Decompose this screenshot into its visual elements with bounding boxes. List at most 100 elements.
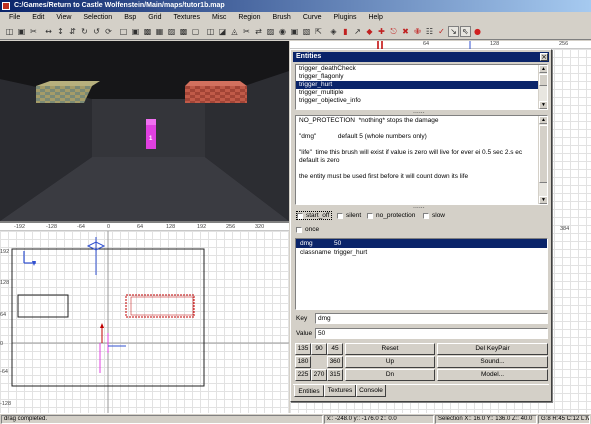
weld-icon[interactable]: ✖ xyxy=(400,26,411,37)
list-item[interactable]: trigger_multiple xyxy=(296,89,547,97)
menu-view[interactable]: View xyxy=(50,12,77,24)
view-xz-icon[interactable]: ◪ xyxy=(217,26,228,37)
tab-entities[interactable]: Entities xyxy=(294,385,324,397)
spawnflag-slow[interactable]: slow xyxy=(423,211,445,220)
rotate-y-icon[interactable]: ↺ xyxy=(91,26,102,37)
sound-button[interactable]: Sound... xyxy=(437,356,548,368)
drag-vertices-icon[interactable]: ◆ xyxy=(364,26,375,37)
reset-button[interactable]: Reset xyxy=(345,343,435,355)
cut-icon[interactable]: ✂ xyxy=(28,26,39,37)
del-keypair-button[interactable]: Del KeyPair xyxy=(437,343,548,355)
cubic-clip-icon[interactable]: ▣ xyxy=(289,26,300,37)
record-icon[interactable]: ● xyxy=(472,26,483,37)
model-button[interactable]: Model... xyxy=(437,369,548,381)
list-item[interactable]: trigger_deathCheck xyxy=(296,65,547,73)
menu-region[interactable]: Region xyxy=(232,12,266,24)
angle-90-button[interactable]: 90 xyxy=(311,343,327,355)
spawnflag-silent[interactable]: silent xyxy=(337,211,361,220)
spawnflag-once[interactable]: once xyxy=(296,225,319,234)
menu-brush[interactable]: Brush xyxy=(267,12,297,24)
status-grid: G:8 R:45 C:12 L:MR xyxy=(538,415,590,424)
scale-icon[interactable]: ⇱ xyxy=(313,26,324,37)
property-row-selected[interactable]: dmg 50 xyxy=(296,239,547,248)
scroll-thumb[interactable] xyxy=(539,74,547,86)
key-field[interactable]: dmg xyxy=(315,313,548,324)
show-entities-icon[interactable]: ◈ xyxy=(328,26,339,37)
angle-225-button[interactable]: 225 xyxy=(295,369,311,381)
menu-curve[interactable]: Curve xyxy=(297,12,328,24)
wireframe-icon[interactable]: ✓ xyxy=(436,26,447,37)
up-button[interactable]: Up xyxy=(345,356,435,368)
flip-x-icon[interactable]: ↔ xyxy=(43,26,54,37)
value-label: Value xyxy=(296,330,313,337)
property-row[interactable]: classname trigger_hurt xyxy=(296,248,547,257)
scroll-down-icon[interactable]: ▼ xyxy=(539,196,547,204)
splitter-grip[interactable]: ...... xyxy=(413,108,425,115)
view-yz-icon[interactable]: ◬ xyxy=(229,26,240,37)
angle-270-button[interactable]: 270 xyxy=(311,369,327,381)
value-field[interactable]: 50 xyxy=(315,328,548,339)
angle-360-button[interactable]: 360 xyxy=(327,356,343,368)
angle-315-button[interactable]: 315 xyxy=(327,369,343,381)
thicken-icon[interactable]: ✙ xyxy=(412,26,423,37)
key-value-list[interactable]: dmg 50 classname trigger_hurt xyxy=(295,238,548,310)
hollow-icon[interactable]: ▢ xyxy=(190,26,201,37)
angle-180-button[interactable]: 180 xyxy=(295,356,311,368)
save-icon[interactable]: ▣ xyxy=(16,26,27,37)
dn-button[interactable]: Dn xyxy=(345,369,435,381)
menu-selection[interactable]: Selection xyxy=(77,12,118,24)
tab-console[interactable]: Console xyxy=(356,385,386,397)
scroll-up-icon[interactable]: ▲ xyxy=(539,116,547,124)
scroll-up-icon[interactable]: ▲ xyxy=(539,65,547,73)
menu-help[interactable]: Help xyxy=(362,12,388,24)
splitter-grip[interactable]: ...... xyxy=(413,203,425,210)
point-icon[interactable]: ⇖ xyxy=(460,26,471,37)
inspector-icon[interactable]: ☷ xyxy=(424,26,435,37)
class-list-scrollbar[interactable]: ▲ ▼ xyxy=(538,65,547,109)
cap-icon[interactable]: ⎋ xyxy=(388,26,399,37)
list-item[interactable]: trigger_objective_info xyxy=(296,97,547,105)
menu-misc[interactable]: Misc xyxy=(206,12,232,24)
description-scrollbar[interactable]: ▲ ▼ xyxy=(538,116,547,204)
csg-subtract-icon[interactable]: ▨ xyxy=(166,26,177,37)
scroll-thumb[interactable] xyxy=(539,125,547,183)
flip-y-icon[interactable]: ↕ xyxy=(55,26,66,37)
csg-merge-icon[interactable]: ▩ xyxy=(178,26,189,37)
list-item[interactable]: trigger_flagonly xyxy=(296,73,547,81)
camera-icon[interactable]: ◉ xyxy=(277,26,288,37)
select-partial-icon[interactable]: ▩ xyxy=(142,26,153,37)
select-touching-icon[interactable]: ▣ xyxy=(130,26,141,37)
change-view-icon[interactable]: ⇄ xyxy=(253,26,264,37)
menu-plugins[interactable]: Plugins xyxy=(328,12,363,24)
texture-lock-icon[interactable]: ▨ xyxy=(265,26,276,37)
menu-grid[interactable]: Grid xyxy=(142,12,167,24)
drag-edges-icon[interactable]: ↗ xyxy=(352,26,363,37)
close-icon[interactable]: × xyxy=(540,53,548,61)
view-xy-icon[interactable]: ◫ xyxy=(205,26,216,37)
menu-file[interactable]: File xyxy=(3,12,26,24)
camera-view[interactable]: 1 xyxy=(0,41,289,221)
clipper-icon[interactable]: ✂ xyxy=(241,26,252,37)
scroll-down-icon[interactable]: ▼ xyxy=(539,101,547,109)
list-item-selected[interactable]: trigger_hurt xyxy=(296,81,547,89)
angle-135-button[interactable]: 135 xyxy=(295,343,311,355)
select-complete-icon[interactable]: □ xyxy=(118,26,129,37)
rotate-z-icon[interactable]: ⟳ xyxy=(103,26,114,37)
menu-bsp[interactable]: Bsp xyxy=(118,12,142,24)
open-icon[interactable]: ◫ xyxy=(4,26,15,37)
xy-view[interactable]: -192 -128 -64 0 64 128 192 256 320 192 1… xyxy=(0,221,289,413)
brush-icon[interactable]: ▮ xyxy=(340,26,351,37)
rotate-x-icon[interactable]: ↻ xyxy=(79,26,90,37)
flip-z-icon[interactable]: ⇵ xyxy=(67,26,78,37)
select-inside-icon[interactable]: ▦ xyxy=(154,26,165,37)
angle-45-button[interactable]: 45 xyxy=(327,343,343,355)
tab-textures[interactable]: Textures xyxy=(324,385,356,397)
spawnflag-start-off[interactable]: start_off xyxy=(296,211,333,220)
menu-edit[interactable]: Edit xyxy=(26,12,50,24)
select-icon[interactable]: ↘ xyxy=(448,26,459,37)
menu-textures[interactable]: Textures xyxy=(167,12,205,24)
spawnflag-no-protection[interactable]: no_protection xyxy=(367,211,415,220)
patch-icon[interactable]: ▧ xyxy=(301,26,312,37)
entity-class-list[interactable]: trigger_deathCheck trigger_flagonly trig… xyxy=(295,64,548,110)
bend-icon[interactable]: ✚ xyxy=(376,26,387,37)
